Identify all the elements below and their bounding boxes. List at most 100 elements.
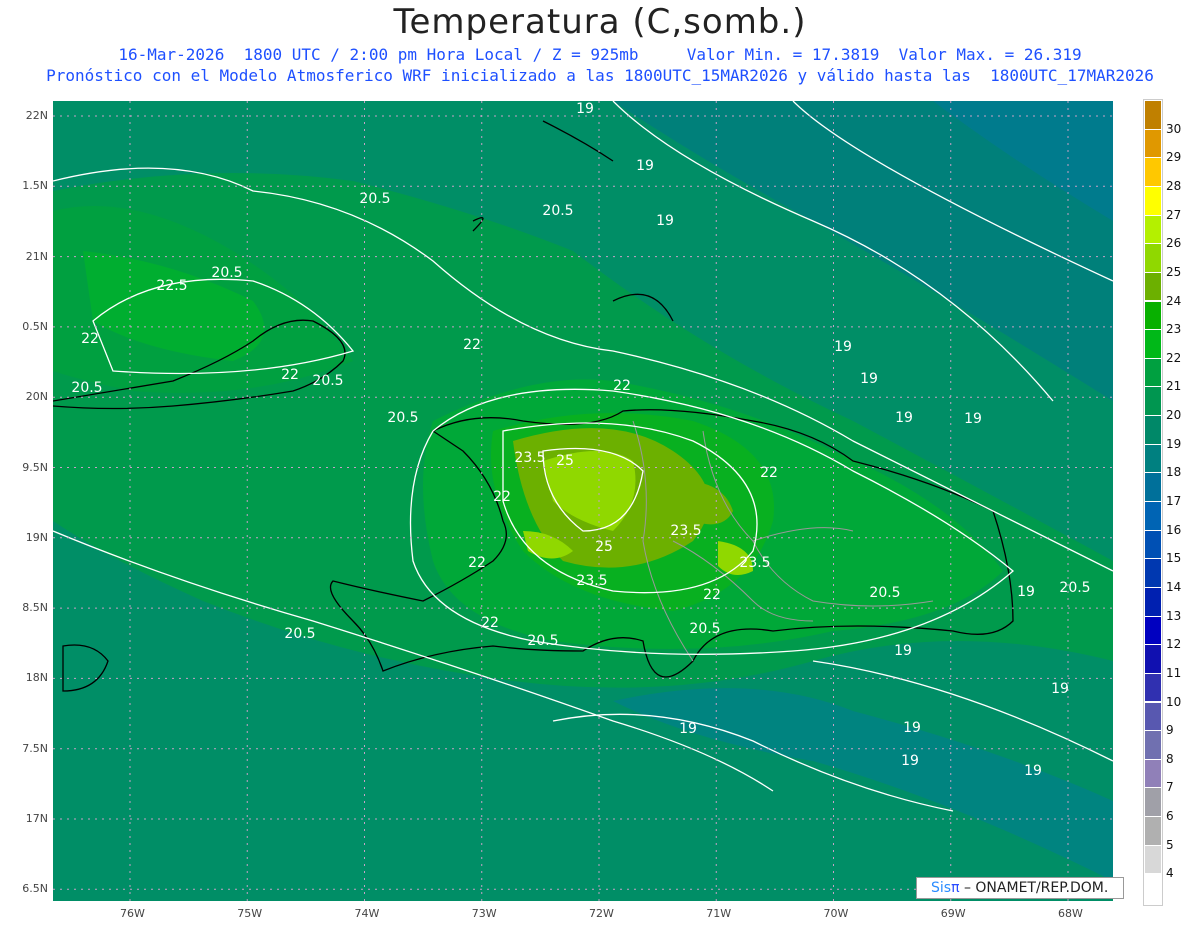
lat-label: 19N — [25, 530, 48, 544]
lon-label: 72W — [589, 907, 614, 920]
contour-label: 23.5 — [739, 555, 770, 571]
contour-label: 23.5 — [670, 523, 701, 539]
contour-label: 20.5 — [527, 633, 558, 649]
contour-label: 19 — [964, 411, 982, 427]
colorbar-label: 28 — [1166, 178, 1182, 193]
contour-label: 20.5 — [869, 585, 900, 601]
contour-label: 19 — [894, 643, 912, 659]
contour-label: 19 — [636, 158, 654, 174]
map-title: Temperatura (C,somb.) — [393, 2, 807, 42]
contour-label: 22 — [468, 555, 486, 571]
contour-label: 22 — [281, 367, 299, 383]
colorbar-label: 30 — [1166, 121, 1182, 136]
colorbar-label: 29 — [1166, 150, 1182, 165]
colorbar-swatch — [1145, 416, 1161, 445]
contour-label: 19 — [903, 720, 921, 736]
contour-label: 19 — [860, 371, 878, 387]
colorbar-swatch — [1145, 272, 1161, 302]
colorbar-label: 23 — [1166, 322, 1182, 337]
colorbar-swatch — [1145, 301, 1161, 331]
lat-label: 20N — [25, 390, 48, 404]
lon-label: 71W — [706, 907, 732, 920]
contour-label: 20.5 — [312, 373, 343, 389]
colorbar-swatch — [1145, 215, 1161, 245]
colorbar-swatch — [1145, 645, 1161, 674]
colorbar-label: 14 — [1166, 579, 1182, 594]
contour-label: 22 — [613, 378, 631, 394]
colorbar-swatch — [1145, 587, 1161, 617]
lat-label: 9.5N — [22, 460, 48, 474]
lon-label: 68W — [1058, 907, 1083, 920]
colorbar-swatch — [1145, 530, 1161, 560]
subtitle-valid-time: 16-Mar-2026 1800 UTC / 2:00 pm Hora Loca… — [118, 45, 1082, 64]
colorbar-swatch — [1145, 444, 1161, 474]
colorbar-label: 11 — [1166, 665, 1182, 680]
onamet-logo: Sisπ – ONAMET/REP.DOM. — [916, 877, 1124, 899]
colorbar-label: 16 — [1166, 522, 1182, 537]
contour-label: 19 — [679, 721, 697, 737]
contour-label: 20.5 — [71, 380, 102, 396]
contour-label: 20.5 — [284, 626, 315, 642]
colorbar-label: 7 — [1166, 780, 1174, 795]
contour-label: 19 — [1017, 584, 1035, 600]
colorbar-swatch — [1145, 101, 1161, 130]
colorbar-label: 9 — [1166, 723, 1174, 738]
colorbar-label: 13 — [1166, 608, 1182, 623]
contour-label: 25 — [556, 453, 574, 469]
colorbar-swatch — [1145, 186, 1161, 216]
colorbar-swatch — [1145, 788, 1161, 818]
contour-label: 19 — [901, 753, 919, 769]
contour-label: 19 — [834, 339, 852, 355]
lat-label: 0.5N — [22, 319, 48, 333]
contour-label: 23.5 — [576, 573, 607, 589]
colorbar-label: 12 — [1166, 637, 1182, 652]
contour-label: 20.5 — [689, 621, 720, 637]
lat-label: 22N — [25, 109, 48, 122]
colorbar-label: 21 — [1166, 379, 1182, 394]
colorbar-label: 15 — [1166, 551, 1182, 566]
subtitle-model-info: Pronóstico con el Modelo Atmosferico WRF… — [46, 66, 1154, 85]
colorbar-label: 27 — [1166, 207, 1182, 222]
contour-label: 20.5 — [1059, 580, 1090, 596]
lat-label: 18N — [25, 671, 48, 685]
lat-label: 6.5N — [22, 882, 48, 896]
colorbar-swatch — [1145, 387, 1161, 417]
colorbar-swatch — [1145, 845, 1161, 875]
colorbar-swatch — [1145, 731, 1161, 760]
contour-label: 19 — [656, 213, 674, 229]
colorbar-label: 4 — [1166, 866, 1174, 881]
lon-label: 75W — [237, 907, 263, 920]
lat-label: 21N — [25, 249, 48, 263]
lon-label: 69W — [940, 907, 966, 920]
colorbar-label: 6 — [1166, 809, 1174, 824]
lon-label: 70W — [823, 907, 849, 920]
lon-label: 76W — [120, 907, 145, 920]
contour-label: 20.5 — [359, 191, 390, 207]
colorbar-swatch — [1145, 817, 1161, 846]
colorbar-label: 10 — [1166, 694, 1182, 709]
contour-label: 25 — [595, 539, 613, 555]
lat-label: 8.5N — [22, 601, 48, 615]
contour-label: 19 — [576, 101, 594, 117]
colorbar-swatch — [1145, 473, 1161, 502]
colorbar-label: 24 — [1166, 293, 1182, 308]
contour-label: 19 — [1024, 763, 1042, 779]
colorbar-swatch — [1145, 358, 1161, 388]
colorbar-label: 17 — [1166, 494, 1182, 508]
contour-label: 19 — [895, 410, 913, 426]
logo-pi: π — [951, 880, 960, 896]
contour-label: 22.5 — [156, 278, 187, 294]
colorbar-swatch — [1145, 158, 1161, 187]
contour-label: 20.5 — [211, 265, 242, 281]
contour-label: 22 — [493, 489, 511, 505]
colorbar-swatch — [1145, 673, 1161, 703]
colorbar-label: 5 — [1166, 837, 1174, 852]
contour-label: 23.5 — [514, 450, 545, 466]
colorbar-label: 26 — [1166, 236, 1182, 251]
colorbar-label: 25 — [1166, 264, 1182, 279]
contour-label: 22 — [703, 587, 721, 603]
colorbar-label: 18 — [1166, 465, 1182, 480]
colorbar-label: 8 — [1166, 751, 1174, 766]
colorbar-swatch — [1145, 559, 1161, 588]
contour-label: 22 — [481, 615, 499, 631]
